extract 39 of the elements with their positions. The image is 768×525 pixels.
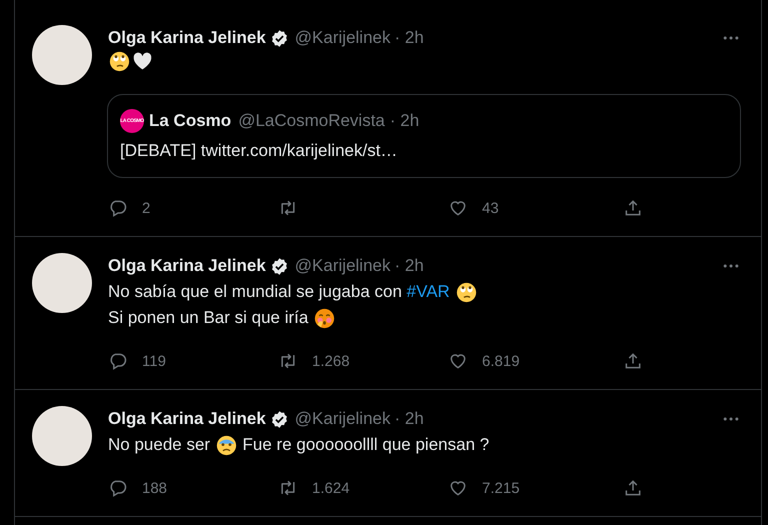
timestamp[interactable]: · 2h <box>394 256 424 276</box>
author-name: La Cosmo <box>149 111 232 131</box>
fearful-face-emoji-icon <box>216 434 237 456</box>
author-name[interactable]: Olga Karina Jelinek <box>108 409 266 429</box>
tweet-text-line: Si ponen un Bar si que iría <box>108 305 745 331</box>
share-icon[interactable] <box>623 351 643 371</box>
like-count: 43 <box>482 200 499 216</box>
retweet-count: 1.624 <box>312 480 350 496</box>
author-name[interactable]: Olga Karina Jelinek <box>108 256 266 276</box>
reply-count: 119 <box>142 352 166 370</box>
hashtag-link[interactable]: #VAR <box>406 279 450 305</box>
rolling-eyes-emoji-icon <box>456 282 477 302</box>
heart-emoji-icon <box>132 51 153 72</box>
author-handle[interactable]: @Karijelinek <box>294 409 390 429</box>
timestamp: · 2h <box>390 111 420 131</box>
reply-icon[interactable] <box>108 351 128 371</box>
blushing-face-emoji-icon <box>314 308 336 328</box>
retweet-count: 1.268 <box>312 352 350 370</box>
like-count: 7.215 <box>482 480 520 496</box>
like-count: 6.819 <box>482 352 520 370</box>
quoted-tweet-text: [DEBATE] twitter.com/karijelinek/st… <box>120 141 398 161</box>
rolling-eyes-emoji-icon <box>109 51 130 72</box>
tweet-text-line: No puede ser Fue re goooooollll que piensan ? <box>108 434 490 458</box>
reply-count: 188 <box>142 480 168 496</box>
timestamp[interactable]: · 2h <box>394 28 424 48</box>
author-name[interactable]: Olga Karina Jelinek <box>108 28 266 48</box>
like-icon[interactable] <box>448 198 468 218</box>
like-icon[interactable] <box>448 478 468 498</box>
author-handle: @LaCosmoRevista <box>238 111 385 131</box>
author-handle[interactable]: @Karijelinek <box>294 28 390 48</box>
tweet-text-line: No sabía que el mundial se jugaba con #VAR <box>108 279 745 305</box>
reply-icon[interactable] <box>108 478 128 498</box>
reply-count: 2 <box>142 200 150 216</box>
author-handle[interactable]: @Karijelinek <box>294 256 390 276</box>
share-icon[interactable] <box>623 198 643 218</box>
reply-icon[interactable] <box>108 198 128 218</box>
like-icon[interactable] <box>448 351 468 371</box>
timestamp[interactable]: · 2h <box>394 409 424 429</box>
share-icon[interactable] <box>623 478 643 498</box>
